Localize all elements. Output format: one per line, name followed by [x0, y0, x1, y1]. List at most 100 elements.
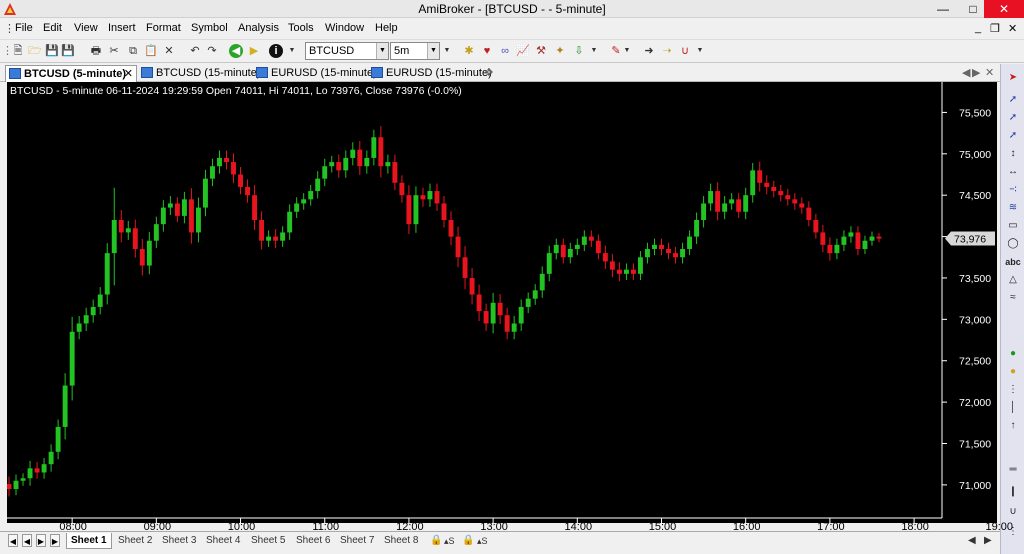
tab-close-icon[interactable]: ✕ — [985, 65, 998, 82]
sheet-tab-7[interactable]: Sheet 7 — [340, 533, 374, 549]
sheet-sync-icon[interactable]: ▴S — [444, 533, 455, 549]
delete-icon[interactable]: ✕ — [162, 44, 176, 58]
color-pen-icon[interactable]: ✎ — [609, 44, 623, 58]
close-icon[interactable]: ✕ — [124, 66, 133, 82]
horizontal-line-icon[interactable]: ↔ — [1004, 164, 1022, 180]
rectangle-icon[interactable]: ▭ — [1004, 218, 1022, 234]
sheet-tab-3[interactable]: Sheet 3 — [162, 533, 196, 549]
tools-icon[interactable]: ⚒ — [534, 44, 548, 58]
extended-line-icon[interactable]: ➚ — [1004, 128, 1022, 144]
sheet-tab-5[interactable]: Sheet 5 — [251, 533, 285, 549]
minimize-button[interactable]: — — [929, 0, 957, 18]
toolbar-dropdown-icon[interactable]: ▼ — [590, 44, 598, 58]
tab-scroll-right-icon[interactable]: ▶ — [972, 65, 984, 82]
magnet-icon[interactable]: ∪ — [678, 44, 692, 58]
forward-icon[interactable]: ▶ — [247, 44, 261, 58]
next-sheet-button[interactable]: ▶ — [36, 534, 46, 547]
triangle-icon[interactable]: △ — [1004, 272, 1022, 288]
symbol-combo[interactable]: BTCUSD ▼ — [305, 42, 389, 60]
fibonacci-icon[interactable]: ≋ — [1004, 200, 1022, 216]
menu-tools[interactable]: Tools — [288, 22, 314, 34]
candlestick-chart[interactable]: 75,50075,00074,50074,00073,50073,00072,5… — [6, 82, 999, 523]
mdi-restore-button[interactable]: ❐ — [990, 22, 1000, 35]
toolbar-dropdown-icon[interactable]: ▼ — [288, 44, 296, 58]
tab-btcusd-15min[interactable]: BTCUSD (15-minute) — [138, 65, 265, 82]
parallel-lines-icon[interactable]: ∹ — [1004, 182, 1022, 198]
ray-draw-icon[interactable]: ➝ — [660, 44, 674, 58]
select-cursor-icon[interactable]: ➤ — [1004, 70, 1022, 86]
line-draw-icon[interactable]: ➜ — [642, 44, 656, 58]
menu-symbol[interactable]: Symbol — [191, 22, 228, 34]
wizard-icon[interactable]: ✦ — [553, 44, 567, 58]
quote-editor-icon[interactable]: 📈 — [516, 44, 530, 58]
heart-icon[interactable]: ♥ — [480, 44, 494, 58]
magnet-tool-icon[interactable]: ∪ — [1004, 504, 1022, 520]
maximize-button[interactable]: □ — [959, 0, 987, 18]
candle-body — [448, 220, 454, 237]
save-all-icon[interactable]: 💾 — [61, 44, 75, 58]
toolbar-dropdown-icon[interactable]: ▼ — [623, 44, 631, 58]
wave-icon[interactable]: ≈ — [1004, 290, 1022, 306]
print-icon[interactable]: 🖶 — [89, 44, 103, 58]
text-tool-icon[interactable]: abc — [1004, 254, 1022, 270]
sheet-tab-6[interactable]: Sheet 6 — [296, 533, 330, 549]
menu-insert[interactable]: Insert — [108, 22, 136, 34]
new-tab-icon[interactable]: ❖ — [482, 65, 498, 82]
menu-help[interactable]: Help — [375, 22, 398, 34]
info-icon[interactable]: i — [269, 44, 283, 58]
save-icon[interactable]: 💾 — [45, 44, 59, 58]
open-folder-icon[interactable]: 🗁 — [28, 44, 42, 58]
toolbar-dropdown-icon[interactable]: ▼ — [443, 44, 451, 58]
bars-icon[interactable]: ❙ — [1004, 484, 1022, 500]
lines-icon[interactable]: ═ — [1004, 462, 1022, 478]
sheet-tab-2[interactable]: Sheet 2 — [118, 533, 152, 549]
sheet-sync-icon-2[interactable]: ▴S — [477, 533, 488, 549]
zoom-out-icon[interactable]: ● — [1004, 364, 1022, 380]
cursor-line-icon[interactable]: ⋮ — [1004, 382, 1022, 398]
ray-icon[interactable]: ➚ — [1004, 110, 1022, 126]
undo-icon[interactable]: ↶ — [188, 44, 202, 58]
mdi-minimize-button[interactable]: _ — [975, 22, 981, 34]
chevron-down-icon[interactable]: ▼ — [376, 43, 388, 59]
back-icon[interactable]: ◀ — [229, 44, 243, 58]
menu-view[interactable]: View — [74, 22, 98, 34]
tab-eurusd-15min-2[interactable]: EURUSD (15-minute) — [368, 65, 496, 82]
tab-eurusd-15min[interactable]: EURUSD (15-minute) — [253, 65, 381, 82]
toolbar-dropdown-icon[interactable]: ▼ — [696, 44, 704, 58]
download-icon[interactable]: ⇩ — [572, 44, 586, 58]
zoom-in-icon[interactable]: ● — [1004, 346, 1022, 362]
mdi-close-button[interactable]: ✕ — [1008, 22, 1017, 35]
formula-icon[interactable]: ✱ — [462, 44, 476, 58]
sheet-tab-4[interactable]: Sheet 4 — [206, 533, 240, 549]
paste-icon[interactable]: 📋 — [144, 44, 158, 58]
trendline-icon[interactable]: ➚ — [1004, 92, 1022, 108]
last-sheet-button[interactable]: ▶ — [50, 534, 60, 547]
new-file-icon[interactable]: 🗎 — [11, 44, 25, 58]
prev-sheet-button[interactable]: ◀ — [22, 534, 32, 547]
menu-edit[interactable]: Edit — [43, 22, 62, 34]
menu-window[interactable]: Window — [325, 22, 364, 34]
vertical-line-icon[interactable]: ↕ — [1004, 146, 1022, 162]
menu-format[interactable]: Format — [146, 22, 181, 34]
scroll-left-icon[interactable]: ◀ — [968, 533, 976, 549]
menu-file[interactable]: File — [15, 22, 33, 34]
lock-icon[interactable]: 🔒 — [430, 533, 442, 549]
arrow-up-icon[interactable]: ↑ — [1004, 418, 1022, 434]
indicator-icon[interactable]: ∞ — [498, 44, 512, 58]
interval-combo[interactable]: 5m ▼ — [390, 42, 440, 60]
first-sheet-button[interactable]: ◀ — [8, 534, 18, 547]
tab-btcusd-5min[interactable]: BTCUSD (5-minute) ✕ — [5, 65, 137, 82]
ellipse-icon[interactable]: ◯ — [1004, 236, 1022, 252]
price-chart-pane[interactable]: 75,50075,00074,50074,00073,50073,00072,5… — [6, 82, 999, 523]
marker-icon[interactable]: │ — [1004, 400, 1022, 416]
sheet-tab-1[interactable]: Sheet 1 — [66, 533, 112, 549]
sheet-tab-8[interactable]: Sheet 8 — [384, 533, 418, 549]
redo-icon[interactable]: ↷ — [205, 44, 219, 58]
close-button[interactable]: ✕ — [984, 0, 1024, 18]
scroll-right-icon[interactable]: ▶ — [984, 533, 992, 549]
menu-analysis[interactable]: Analysis — [238, 22, 279, 34]
sheet-lock-icon[interactable]: 🔒 — [462, 533, 474, 549]
cut-icon[interactable]: ✂ — [107, 44, 121, 58]
copy-icon[interactable]: ⧉ — [126, 44, 140, 58]
chevron-down-icon[interactable]: ▼ — [427, 43, 439, 59]
